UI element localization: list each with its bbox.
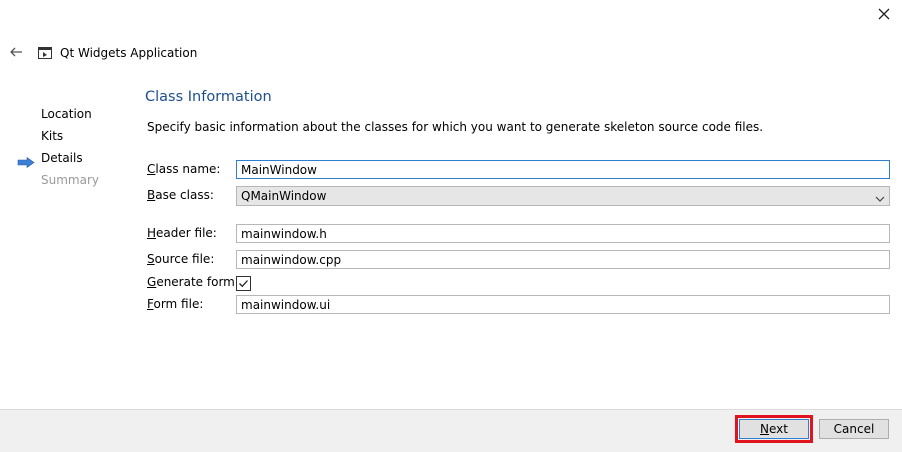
back-arrow-icon[interactable] [8,44,24,60]
base-class-label: Base class: [147,188,214,202]
cancel-button[interactable]: Cancel [819,419,889,439]
wizard-footer: Next Cancel [0,409,902,452]
source-file-input[interactable] [236,250,890,269]
generate-form-label: Generate form: [147,275,239,289]
chevron-down-icon [875,191,885,202]
application-window-icon [38,47,52,59]
wizard-title: Qt Widgets Application [38,46,197,60]
page-title: Class Information [145,89,272,105]
class-name-label: Class name: [147,162,221,176]
step-kits: Kits [17,125,99,147]
form-file-label: Form file: [147,297,204,311]
generate-form-checkbox[interactable] [236,276,251,291]
step-label: Kits [41,129,64,143]
header-file-label: Header file: [147,226,217,240]
step-label: Location [41,107,92,121]
step-location: Location [17,103,99,125]
wizard-steps: Location Kits Details Summary [17,103,99,191]
step-label: Summary [41,173,99,187]
source-file-label: Source file: [147,252,215,266]
step-summary: Summary [17,169,99,191]
header-file-input[interactable] [236,224,890,243]
form-file-input[interactable] [236,295,890,314]
current-step-arrow-icon [17,153,35,169]
base-class-value: QMainWindow [241,189,327,203]
checkmark-icon [239,280,248,288]
page-description: Specify basic information about the clas… [147,120,764,134]
next-button[interactable]: Next [739,419,809,439]
step-label: Details [41,151,83,165]
base-class-select[interactable]: QMainWindow [236,186,890,206]
class-name-input[interactable] [236,160,890,179]
step-details: Details [17,147,99,169]
wizard-title-text: Qt Widgets Application [60,46,198,60]
close-icon[interactable] [876,6,892,22]
